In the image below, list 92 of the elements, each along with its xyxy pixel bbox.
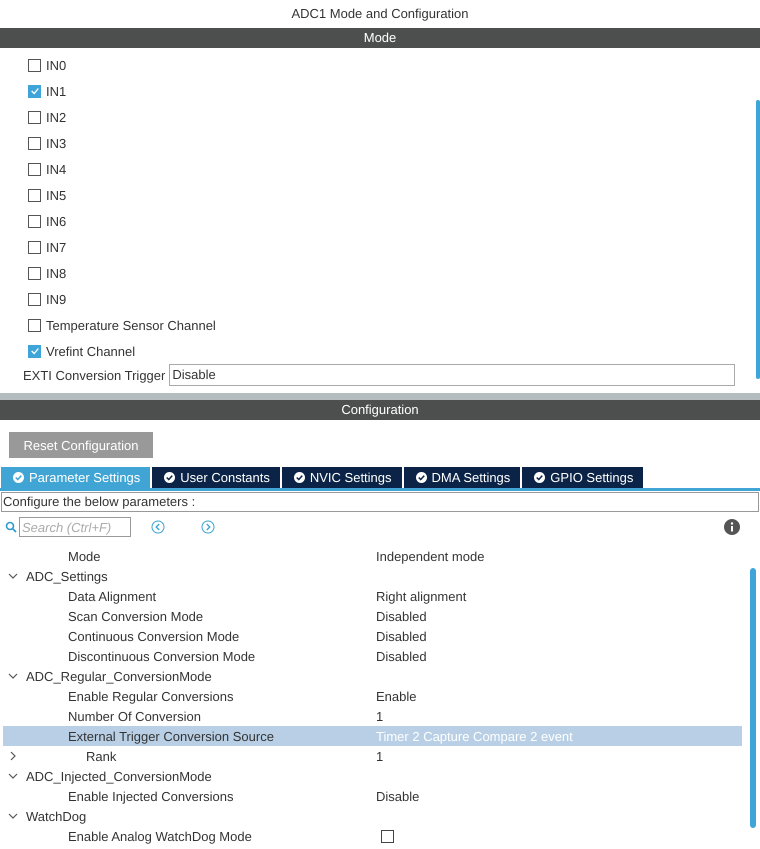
hint-text: Configure the below parameters : — [1, 492, 759, 512]
parameter-value: Disable — [376, 789, 420, 804]
chevron-icon[interactable] — [8, 811, 18, 821]
checkbox[interactable] — [28, 110, 41, 124]
parameter-name: Enable Regular Conversions — [68, 689, 234, 704]
search-icon — [5, 521, 17, 533]
parameter-name: Continuous Conversion Mode — [68, 629, 240, 644]
parameter-name: ADC_Injected_ConversionMode — [26, 769, 212, 784]
checkbox[interactable] — [28, 136, 41, 150]
parameter-row[interactable]: WatchDog — [3, 806, 742, 826]
checkbox[interactable] — [28, 292, 41, 306]
search-field[interactable]: Search (Ctrl+F) — [19, 517, 131, 537]
channel-label: IN3 — [46, 136, 66, 150]
parameter-value: 1 — [376, 709, 384, 724]
parameter-value: Enable — [376, 689, 416, 704]
scrollbar[interactable] — [750, 568, 756, 828]
parameter-name: Enable Injected Conversions — [68, 789, 234, 804]
channel-label: IN8 — [46, 266, 66, 280]
parameter-name: ADC_Settings — [26, 569, 108, 584]
channel-label: IN7 — [46, 240, 66, 254]
parameter-row[interactable]: External Trigger Conversion Source Timer 2 Capture Compare 2 event — [3, 726, 742, 746]
parameter-row[interactable]: Scan Conversion Mode Disabled — [3, 606, 742, 626]
parameter-row[interactable]: ADC_Injected_ConversionMode — [3, 766, 742, 786]
check-circle-icon — [534, 472, 546, 483]
parameter-name: Discontinuous Conversion Mode — [68, 649, 256, 664]
check-circle-icon — [294, 472, 305, 483]
parameter-row[interactable]: Enable Analog WatchDog Mode — [3, 826, 742, 846]
chevron-icon[interactable] — [8, 571, 18, 581]
field-label: EXTI Conversion Trigger — [23, 368, 166, 382]
chevron-icon[interactable] — [8, 771, 18, 781]
tab[interactable]: NVIC Settings — [282, 467, 402, 488]
chevron-icon[interactable] — [8, 751, 18, 761]
parameter-value: Disabled — [376, 649, 427, 664]
check-circle-icon — [164, 472, 176, 483]
checkbox[interactable] — [28, 162, 41, 176]
section-header: Configuration — [0, 400, 760, 420]
parameter-name: ADC_Regular_ConversionMode — [26, 669, 212, 684]
checkbox[interactable] — [28, 58, 41, 72]
parameter-row[interactable]: ADC_Regular_ConversionMode — [3, 666, 742, 686]
parameter-name: Rank — [86, 749, 116, 764]
parameter-row[interactable]: Enable Injected Conversions Disable — [3, 786, 742, 806]
parameter-row[interactable]: Number Of Conversion 1 — [3, 706, 742, 726]
parameter-row[interactable]: Rank 1 — [3, 746, 742, 766]
section-header: Mode — [0, 28, 760, 48]
parameter-name: Data Alignment — [68, 589, 156, 604]
tab[interactable]: GPIO Settings — [522, 467, 644, 488]
channel-label: IN4 — [46, 162, 66, 176]
channel-label: IN1 — [46, 84, 66, 98]
window-title: ADC1 Mode and Configuration — [290, 5, 470, 23]
checkbox[interactable] — [28, 344, 41, 358]
checkbox[interactable] — [28, 240, 41, 254]
channel-label: IN9 — [46, 292, 66, 306]
parameter-name: Mode — [68, 549, 101, 564]
tab[interactable]: User Constants — [152, 467, 280, 488]
previous-icon[interactable] — [151, 520, 165, 534]
checkbox[interactable] — [28, 214, 41, 228]
parameter-row[interactable]: Data Alignment Right alignment — [3, 586, 742, 606]
parameter-name: External Trigger Conversion Source — [68, 729, 274, 744]
parameter-name: Enable Analog WatchDog Mode — [68, 829, 252, 844]
check-circle-icon — [13, 472, 24, 483]
channel-label: IN0 — [46, 58, 66, 72]
channel-label: IN6 — [46, 214, 66, 228]
checkbox[interactable] — [381, 830, 394, 843]
parameter-value: Disabled — [376, 609, 427, 624]
check-circle-icon — [416, 472, 427, 483]
channel-label: Vrefint Channel — [46, 344, 136, 358]
parameter-name: WatchDog — [26, 809, 86, 824]
chevron-icon[interactable] — [8, 671, 18, 681]
parameter-row[interactable]: ADC_Settings — [3, 566, 742, 586]
tab[interactable]: DMA Settings — [404, 467, 520, 488]
dropdown[interactable]: Disable — [169, 364, 736, 386]
parameter-row[interactable]: Discontinuous Conversion Mode Disabled — [3, 646, 742, 666]
parameter-value: Right alignment — [376, 589, 466, 604]
parameter-row[interactable]: Continuous Conversion Mode Disabled — [3, 626, 742, 646]
channel-label: Temperature Sensor Channel — [46, 318, 216, 332]
parameter-row[interactable]: Mode Independent mode — [3, 546, 742, 566]
parameter-value: Timer 2 Capture Compare 2 event — [376, 729, 573, 744]
checkbox[interactable] — [28, 318, 41, 332]
parameter-value: Independent mode — [376, 549, 484, 564]
parameter-name: Scan Conversion Mode — [68, 609, 204, 624]
parameter-name: Number Of Conversion — [68, 709, 201, 724]
checkbox[interactable] — [28, 266, 41, 280]
channel-label: IN5 — [46, 188, 66, 202]
parameter-value: Disabled — [376, 629, 427, 644]
checkbox[interactable] — [28, 188, 41, 202]
scrollbar[interactable] — [756, 100, 760, 379]
channel-label: IN2 — [46, 110, 66, 124]
next-icon[interactable] — [201, 520, 215, 534]
info-icon[interactable] — [724, 519, 740, 535]
parameter-value: 1 — [376, 749, 384, 764]
parameter-row[interactable]: Enable Regular Conversions Enable — [3, 686, 742, 706]
checkbox[interactable] — [28, 84, 41, 98]
